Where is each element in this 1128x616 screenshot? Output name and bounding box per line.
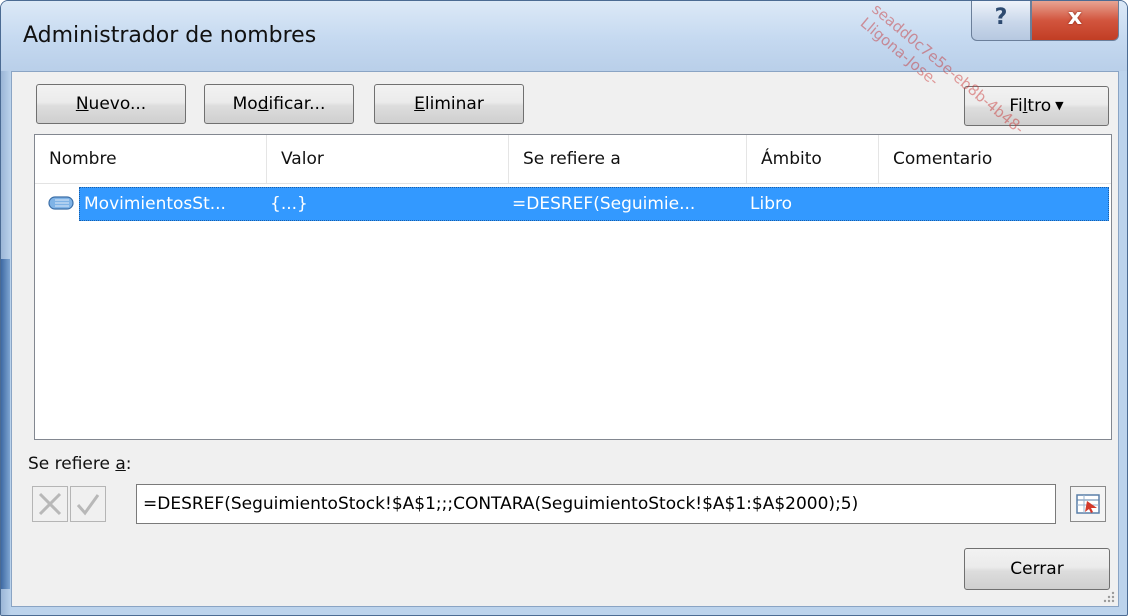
help-button[interactable]: ? bbox=[971, 1, 1031, 41]
delete-label-hotkey: E bbox=[414, 94, 425, 114]
new-button[interactable]: Nuevo... bbox=[36, 84, 186, 124]
filter-button[interactable]: Filtro ▼ bbox=[964, 86, 1109, 126]
list-item[interactable]: MovimientosSt... {...} =DESREF(Seguimie.… bbox=[79, 187, 1109, 221]
column-header-name[interactable]: Nombre bbox=[35, 135, 267, 183]
filter-label-prefix: Fi bbox=[1009, 96, 1023, 116]
title-bar[interactable]: Administrador de nombres ? x bbox=[1, 1, 1127, 71]
close-icon: x bbox=[1067, 5, 1083, 30]
help-icon: ? bbox=[994, 5, 1008, 30]
column-header-value[interactable]: Valor bbox=[267, 135, 509, 183]
range-select-icon bbox=[1076, 494, 1100, 514]
confirm-edit-button[interactable] bbox=[70, 486, 106, 522]
modify-label-rest: ificar... bbox=[268, 94, 326, 114]
new-label-hotkey: N bbox=[75, 94, 89, 114]
name-manager-dialog: Administrador de nombres ? x Nuevo... Mo… bbox=[0, 0, 1128, 616]
list-header: Nombre Valor Se refiere a Ámbito Comenta… bbox=[35, 135, 1111, 184]
cancel-edit-button[interactable] bbox=[32, 486, 68, 522]
row-name: MovimientosSt... bbox=[84, 194, 226, 214]
close-button[interactable]: Cerrar bbox=[964, 548, 1110, 590]
dialog-title: Administrador de nombres bbox=[23, 23, 317, 48]
names-list[interactable]: Nombre Valor Se refiere a Ámbito Comenta… bbox=[34, 134, 1112, 440]
column-header-scope[interactable]: Ámbito bbox=[747, 135, 879, 183]
new-label-rest: uevo... bbox=[88, 94, 147, 114]
modify-label-hotkey: d bbox=[257, 94, 269, 114]
delete-button[interactable]: Eliminar bbox=[374, 84, 524, 124]
modify-label-prefix: Mo bbox=[232, 94, 258, 114]
modify-button[interactable]: Modificar... bbox=[204, 84, 354, 124]
row-refers-to: =DESREF(Seguimie... bbox=[512, 194, 696, 214]
refers-label-hotkey: a bbox=[115, 454, 126, 474]
resize-grip-icon[interactable] bbox=[1102, 590, 1116, 604]
dialog-body: Nuevo... Modificar... Eliminar Filtro ▼ N… bbox=[11, 71, 1119, 607]
refers-to-label: Se refiere a: bbox=[28, 454, 132, 474]
checkmark-icon bbox=[76, 494, 100, 516]
column-header-comment[interactable]: Comentario bbox=[879, 135, 1111, 183]
filter-label-rest: tro bbox=[1027, 96, 1052, 116]
delete-label-rest: liminar bbox=[424, 94, 484, 114]
window-frame-shadow bbox=[1, 259, 10, 589]
column-header-refers-to[interactable]: Se refiere a bbox=[509, 135, 747, 183]
dropdown-arrow-icon: ▼ bbox=[1055, 99, 1064, 112]
collapse-dialog-button[interactable] bbox=[1070, 486, 1106, 522]
row-value: {...} bbox=[270, 194, 308, 214]
refers-label-prefix: Se refiere bbox=[28, 454, 116, 474]
refers-to-input[interactable]: =DESREF(SeguimientoStock!$A$1;;;CONTARA(… bbox=[136, 484, 1056, 524]
named-range-icon bbox=[48, 196, 74, 210]
refers-label-suffix: : bbox=[125, 454, 132, 474]
row-scope: Libro bbox=[750, 194, 793, 214]
window-close-button[interactable]: x bbox=[1031, 1, 1119, 41]
cancel-x-icon bbox=[38, 492, 62, 516]
